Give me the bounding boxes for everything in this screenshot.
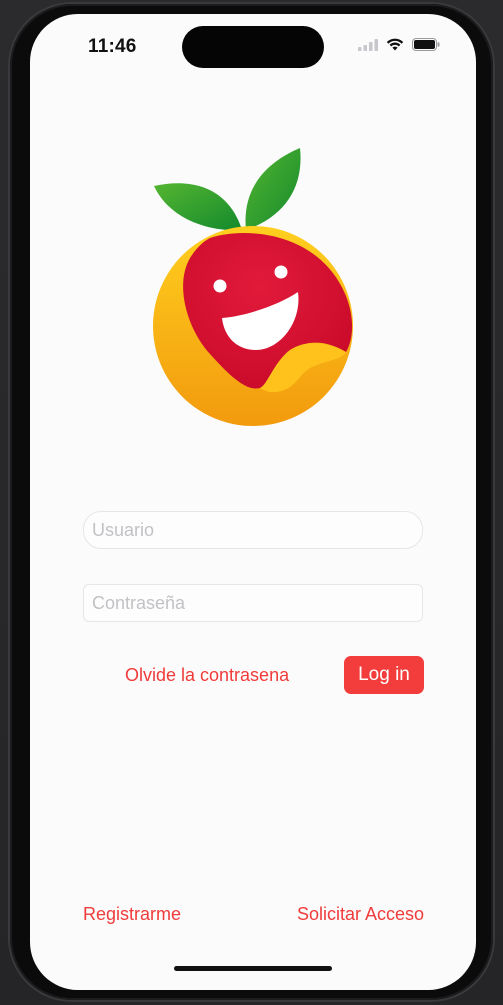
forgot-password-link[interactable]: Olvide la contrasena [125,665,289,686]
mascot-eye-right [274,265,288,279]
status-icons [358,38,440,51]
status-time: 11:46 [88,36,137,57]
dynamic-island [182,26,324,68]
password-input[interactable] [83,584,423,622]
apple-mascot-logo [153,148,353,426]
login-button[interactable]: Log in [344,656,424,694]
username-input[interactable] [83,511,423,549]
wifi-icon [386,38,404,51]
leaf-right [245,148,301,230]
signal-icon [358,38,378,51]
home-indicator[interactable] [174,966,332,971]
mascot-eye-left [213,279,227,293]
request-access-link[interactable]: Solicitar Acceso [297,904,424,925]
register-link[interactable]: Registrarme [83,904,181,925]
battery-icon [412,38,440,51]
app-screen: 11:46 Usuario Olvide la contrasena Log i… [30,14,476,990]
leaf-left [154,183,242,231]
